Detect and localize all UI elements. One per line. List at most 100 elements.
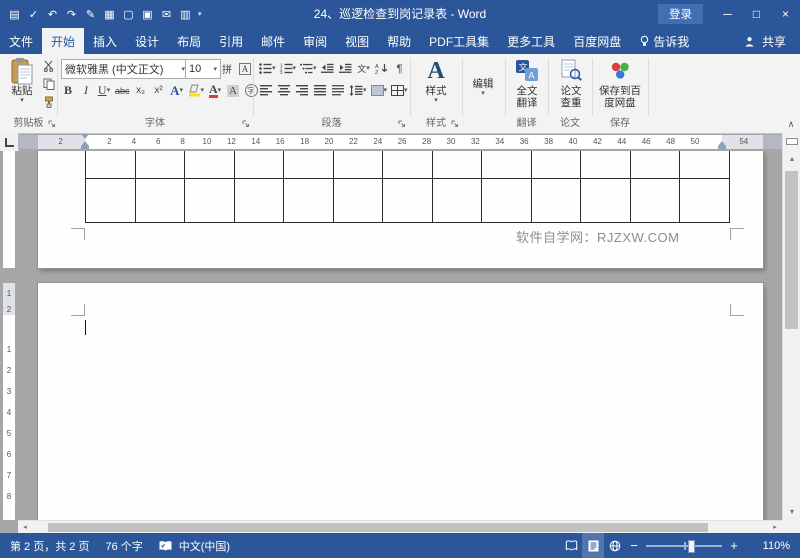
table-cell[interactable] [184,151,234,178]
phonetic-guide-icon[interactable]: 拼 [218,60,236,78]
tab-tell-me[interactable]: 告诉我 [630,28,698,54]
tab-11[interactable]: 更多工具 [498,28,564,54]
table-cell[interactable] [233,179,284,222]
align-right-icon[interactable] [293,82,311,100]
tab-6[interactable]: 邮件 [252,28,294,54]
highlight-color-icon[interactable]: ▾ [186,82,207,100]
table-cell[interactable] [431,151,482,178]
table-cell[interactable] [679,179,730,222]
tab-home[interactable]: 开始 [42,28,85,54]
save-to-baidu-button[interactable]: 保存到百度网盘 [594,57,646,117]
scroll-left-icon[interactable]: ◂ [18,521,32,533]
horizontal-scroll-thumb[interactable] [48,523,708,532]
vertical-scrollbar[interactable]: ▴ ▾ [782,133,800,520]
table-cell[interactable] [382,151,432,178]
table-cell[interactable] [481,179,531,222]
full-text-translate-button[interactable]: 文A 全文翻译 [508,57,546,117]
horizontal-scrollbar[interactable]: ◂ ▸ [18,520,782,534]
language-indicator[interactable]: 中文(中国) [179,538,230,554]
tab-7[interactable]: 审阅 [294,28,336,54]
tab-4[interactable]: 布局 [168,28,210,54]
align-left-icon[interactable] [257,82,275,100]
table-cell[interactable] [481,151,531,178]
first-line-indent-marker[interactable] [81,134,89,139]
table-cell[interactable] [134,151,185,178]
editing-button[interactable]: 编辑 ▾ [464,57,502,117]
qat-more-icon[interactable]: ▾ [198,10,202,18]
tab-9[interactable]: 帮助 [378,28,420,54]
zoom-level[interactable]: 110% [746,540,790,552]
hanging-indent-marker[interactable] [81,141,89,149]
scroll-up-icon[interactable]: ▴ [783,150,800,167]
horizontal-ruler[interactable]: 2 2 4 6 8 10 12 14 16 18 20 22 24 26 28 30 32 34 36 38 40 42 4… [18,135,782,149]
clipboard-dialog-launcher-icon[interactable] [46,118,57,129]
table-cell[interactable] [580,151,630,178]
ruler-toggle-button[interactable] [783,133,800,150]
table-cell[interactable] [283,151,333,178]
styles-dialog-launcher-icon[interactable] [449,118,460,129]
table-cell[interactable] [629,151,680,178]
table-cell[interactable] [530,151,581,178]
styles-button[interactable]: A 样式 ▾ [414,57,458,117]
font-dialog-launcher-icon[interactable] [240,118,251,129]
right-indent-marker[interactable] [718,141,726,149]
collapse-ribbon-icon[interactable]: ∧ [782,117,800,132]
tab-10[interactable]: PDF工具集 [420,28,498,54]
close-button[interactable]: × [771,0,800,28]
vertical-ruler[interactable]: 1 2 1 2 3 4 5 6 7 8 [0,151,18,520]
font-size-select[interactable]: 10 ▾ [185,59,221,79]
word-count[interactable]: 76 个字 [105,538,142,554]
tab-5[interactable]: 引用 [210,28,252,54]
table-cell[interactable] [530,179,581,222]
page-1[interactable]: 软件自学网：RJZXW.COM [38,151,763,268]
tab-12[interactable]: 百度网盘 [564,28,630,54]
font-name-select[interactable]: 微软雅黑 (中文正文) ▾ [61,59,189,79]
login-button[interactable]: 登录 [658,4,703,24]
open-icon[interactable]: ▣ [139,5,156,23]
table-cell[interactable] [85,151,135,178]
tab-file[interactable]: 文件 [0,28,42,54]
zoom-out-button[interactable]: − [626,538,642,553]
cut-icon[interactable] [40,58,58,74]
table-cell[interactable] [134,179,185,222]
align-center-icon[interactable] [275,82,293,100]
scroll-down-icon[interactable]: ▾ [783,503,800,520]
table-cell[interactable] [382,179,432,222]
print-layout-icon[interactable] [582,533,604,558]
paper-check-button[interactable]: 论文查重 [551,57,591,117]
character-border-icon[interactable]: A [236,60,254,78]
multilevel-list-icon[interactable]: ▾ [298,60,319,78]
table-cell[interactable] [233,151,284,178]
tab-3[interactable]: 设计 [126,28,168,54]
share-button[interactable]: 共享 [735,28,800,54]
bold-icon[interactable]: B [59,82,77,100]
print-icon[interactable]: ▥ [177,5,194,23]
table-cell[interactable] [283,179,333,222]
save-icon[interactable]: ▤ [6,5,23,23]
email-icon[interactable]: ✉ [158,5,175,23]
undo-icon[interactable]: ↶ [44,5,61,23]
table-cell[interactable] [629,179,680,222]
sort-icon[interactable]: AZ [373,60,391,78]
paste-button[interactable]: 粘贴 ▾ [4,57,40,117]
table-cell[interactable] [332,151,383,178]
zoom-in-button[interactable]: + [726,538,742,553]
text-effects-icon[interactable]: A ▾ [168,82,186,100]
proofing-icon[interactable] [155,533,177,558]
read-mode-icon[interactable] [560,533,582,558]
document-table[interactable] [85,151,730,223]
web-layout-icon[interactable] [604,533,626,558]
paragraph-dialog-launcher-icon[interactable] [396,118,407,129]
new-icon[interactable]: ▢ [120,5,137,23]
decrease-indent-icon[interactable] [319,60,337,78]
subscript-icon[interactable]: x₂ [132,82,150,100]
table-cell[interactable] [580,179,630,222]
maximize-button[interactable]: □ [742,0,771,28]
spelling-icon[interactable]: ✓ [25,5,42,23]
italic-icon[interactable]: I [77,82,95,100]
table-cell[interactable] [184,179,234,222]
zoom-slider[interactable] [642,533,726,558]
redo-icon[interactable]: ↷ [63,5,80,23]
underline-icon[interactable]: U ▾ [95,82,113,100]
table-icon[interactable]: ▦ [101,5,118,23]
